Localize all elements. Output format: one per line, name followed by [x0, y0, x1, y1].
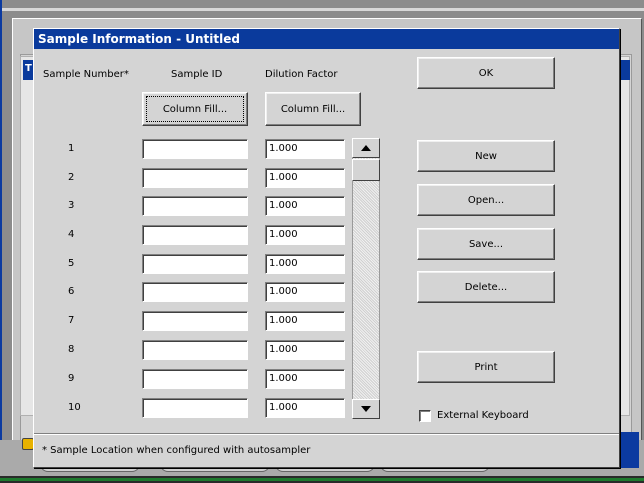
- row-number: 3: [68, 200, 75, 211]
- row-number: 10: [68, 402, 81, 413]
- sample-id-field[interactable]: [142, 311, 248, 331]
- row-number: 4: [68, 229, 75, 240]
- new-button[interactable]: New: [417, 140, 555, 172]
- dilution-factor-field[interactable]: 1.000: [265, 369, 345, 389]
- sample-id-column-fill-button[interactable]: Column Fill...: [142, 92, 248, 126]
- sample-id-field[interactable]: [142, 340, 248, 360]
- external-keyboard-checkbox[interactable]: [419, 410, 431, 422]
- background-window-title: T: [25, 63, 32, 74]
- dilution-factor-field[interactable]: 1.000: [265, 139, 345, 159]
- dilution-factor-field[interactable]: 1.000: [265, 340, 345, 360]
- scrollbar-thumb[interactable]: [352, 159, 380, 181]
- print-button[interactable]: Print: [417, 351, 555, 383]
- external-keyboard-label: External Keyboard: [437, 410, 529, 421]
- scroll-up-button[interactable]: [352, 138, 380, 158]
- column-header-dilution-factor: Dilution Factor: [265, 69, 338, 80]
- background-left-strip: [0, 0, 2, 483]
- arrow-up-icon: [361, 145, 371, 151]
- dilution-factor-field[interactable]: 1.000: [265, 282, 345, 302]
- dilution-factor-field[interactable]: 1.000: [265, 254, 345, 274]
- row-number: 5: [68, 258, 75, 269]
- open-button[interactable]: Open...: [417, 184, 555, 216]
- dilution-factor-field[interactable]: 1.000: [265, 311, 345, 331]
- save-button[interactable]: Save...: [417, 228, 555, 260]
- row-number: 6: [68, 286, 75, 297]
- dialog-titlebar[interactable]: Sample Information - Untitled: [34, 29, 619, 49]
- row-number: 8: [68, 344, 75, 355]
- scroll-down-button[interactable]: [352, 399, 380, 419]
- sample-id-field[interactable]: [142, 168, 248, 188]
- row-number: 7: [68, 315, 75, 326]
- sample-id-field[interactable]: [142, 398, 248, 418]
- arrow-down-icon: [361, 406, 371, 412]
- row-number: 1: [68, 143, 75, 154]
- column-header-sample-id: Sample ID: [171, 69, 223, 80]
- background-top-line: [0, 8, 644, 11]
- sample-id-field[interactable]: [142, 282, 248, 302]
- row-number: 9: [68, 373, 75, 384]
- sample-information-dialog: Sample Information - Untitled Sample Num…: [33, 28, 620, 468]
- sample-id-field[interactable]: [142, 369, 248, 389]
- dialog-title: Sample Information - Untitled: [38, 32, 240, 46]
- sample-id-field[interactable]: [142, 225, 248, 245]
- footnote: * Sample Location when configured with a…: [42, 445, 311, 456]
- dilution-column-fill-button[interactable]: Column Fill...: [265, 92, 361, 126]
- column-header-sample-number: Sample Number*: [43, 69, 129, 80]
- sample-id-field[interactable]: [142, 139, 248, 159]
- row-number: 2: [68, 172, 75, 183]
- footer-separator: [34, 433, 619, 435]
- dilution-factor-field[interactable]: 1.000: [265, 398, 345, 418]
- ok-button[interactable]: OK: [417, 57, 555, 89]
- sample-id-field[interactable]: [142, 196, 248, 216]
- delete-button[interactable]: Delete...: [417, 271, 555, 303]
- background-status-line: [0, 478, 644, 481]
- dilution-factor-field[interactable]: 1.000: [265, 196, 345, 216]
- sample-id-field[interactable]: [142, 254, 248, 274]
- dilution-factor-field[interactable]: 1.000: [265, 168, 345, 188]
- dilution-factor-field[interactable]: 1.000: [265, 225, 345, 245]
